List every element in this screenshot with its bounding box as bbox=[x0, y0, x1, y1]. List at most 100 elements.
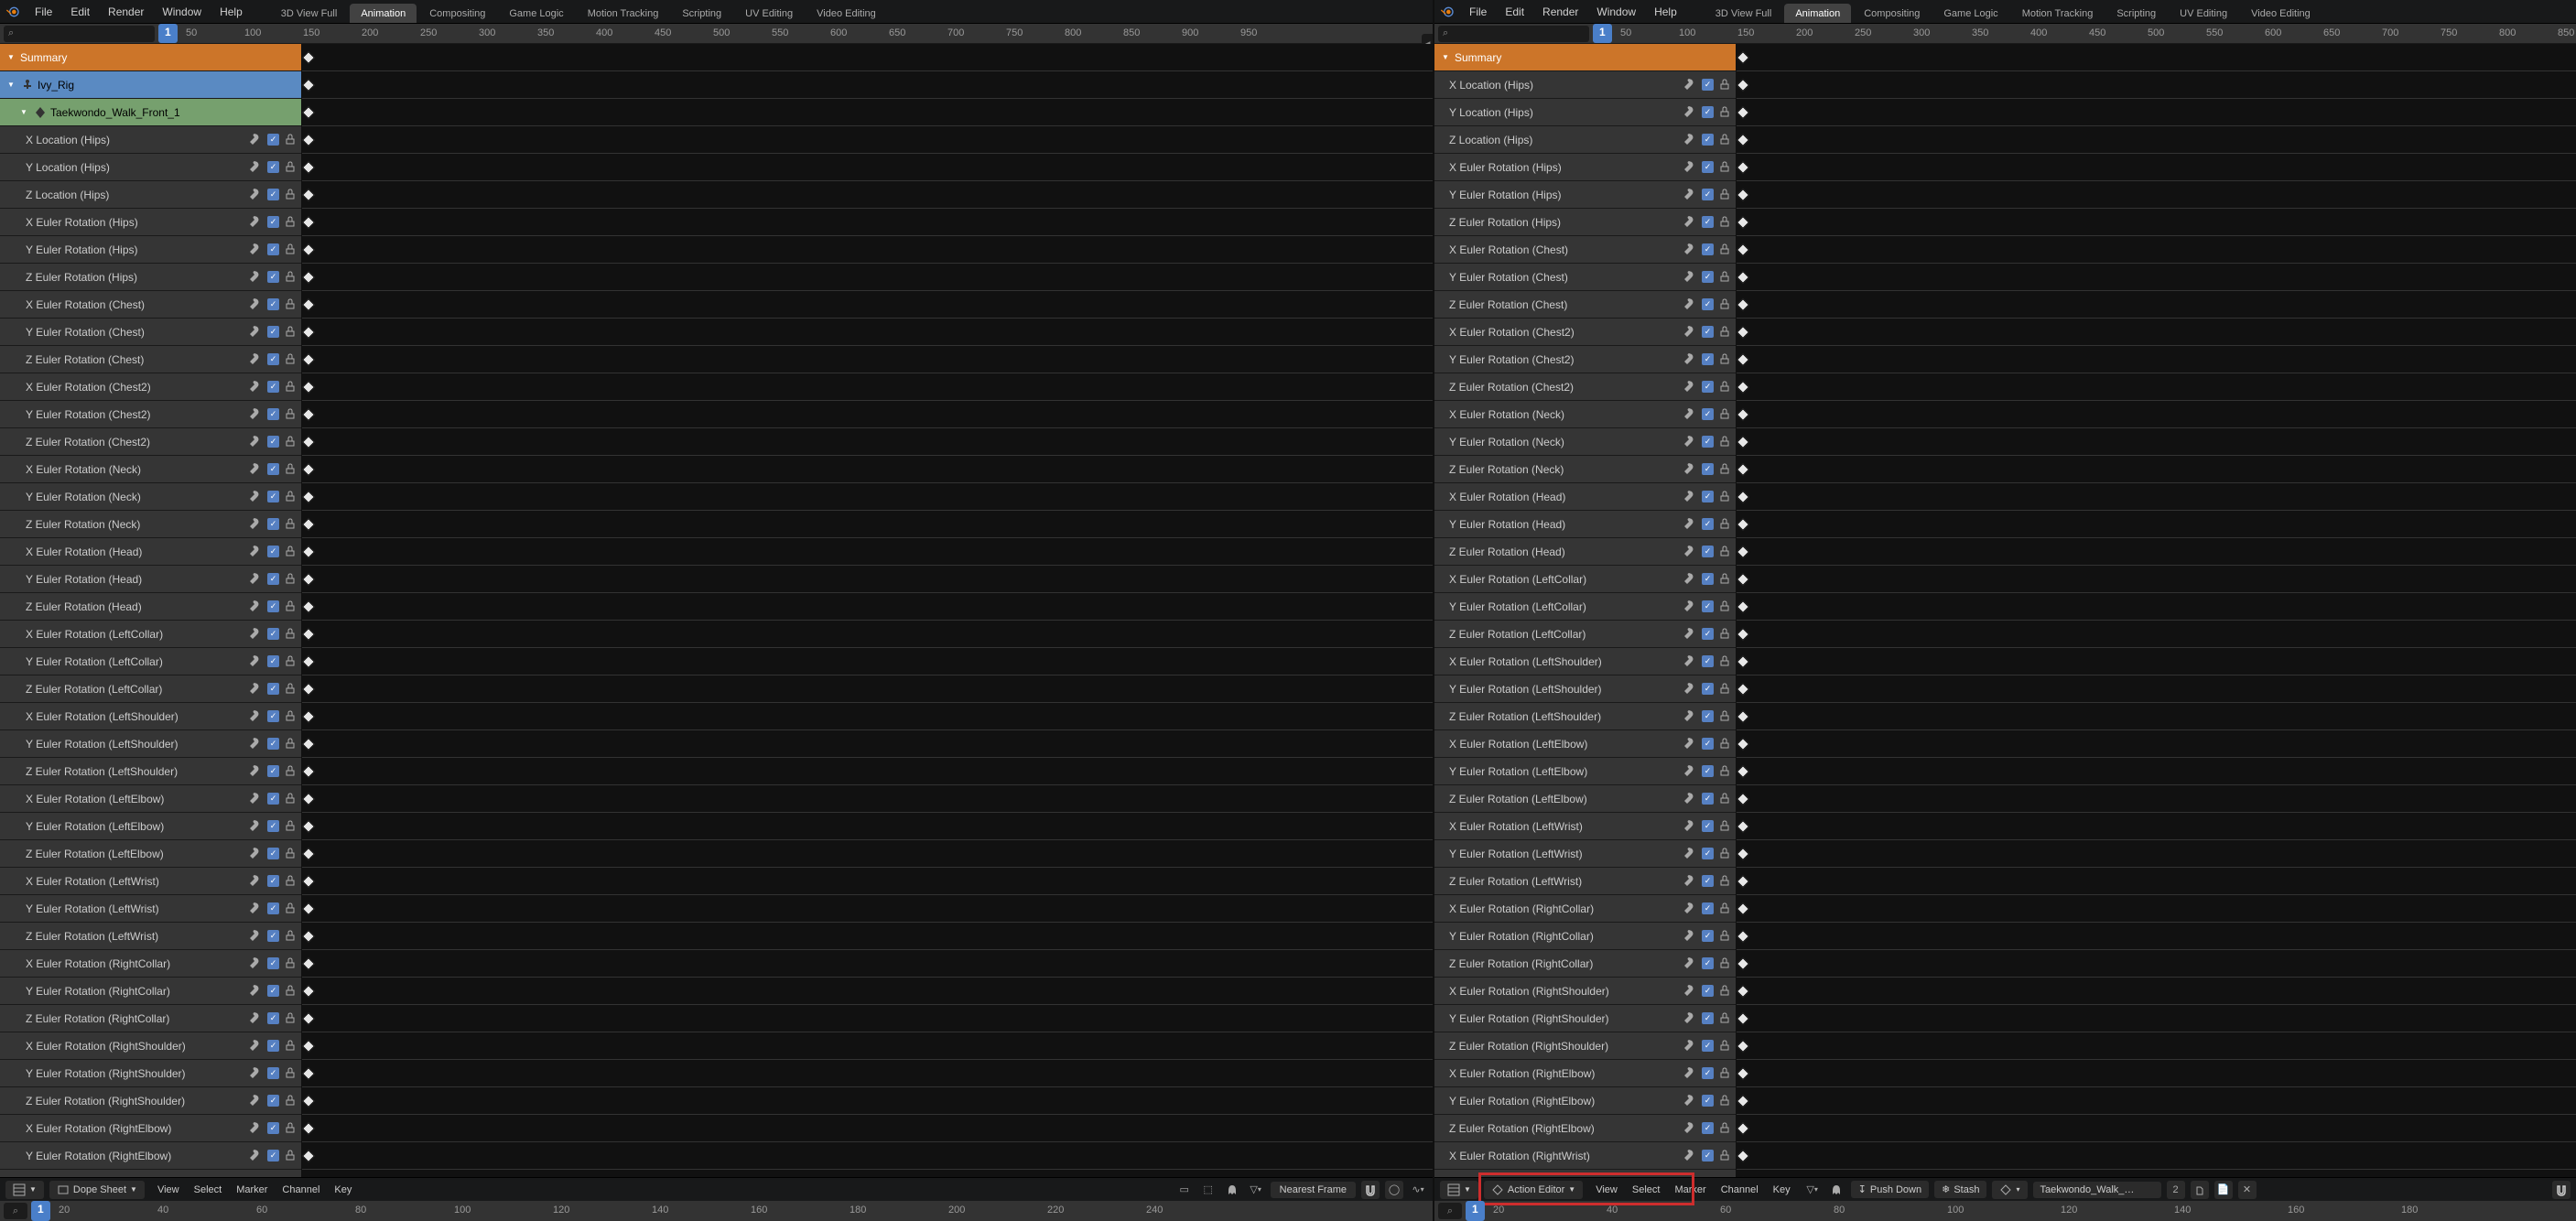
lock-icon[interactable] bbox=[1719, 957, 1732, 970]
mute-checkbox[interactable]: ✓ bbox=[267, 1040, 279, 1052]
lock-icon[interactable] bbox=[285, 957, 298, 970]
track-row[interactable] bbox=[302, 373, 1433, 401]
fcurve-channel[interactable]: X Euler Rotation (Neck) ✓ bbox=[0, 456, 301, 483]
track-row[interactable] bbox=[302, 319, 1433, 346]
mute-checkbox[interactable]: ✓ bbox=[267, 985, 279, 997]
mute-checkbox[interactable]: ✓ bbox=[1702, 134, 1714, 146]
playhead-frame[interactable]: 1 bbox=[1593, 24, 1612, 43]
mute-checkbox[interactable]: ✓ bbox=[1702, 655, 1714, 667]
fcurve-channel[interactable]: X Euler Rotation (Chest) ✓ bbox=[1434, 236, 1736, 264]
keyframe[interactable] bbox=[302, 189, 315, 201]
fcurve-channel[interactable]: Y Location (Hips) ✓ bbox=[0, 154, 301, 181]
users-count[interactable]: 2 bbox=[2167, 1181, 2185, 1199]
keyframe[interactable] bbox=[302, 1012, 315, 1025]
track-row[interactable] bbox=[302, 675, 1433, 703]
fcurve-channel[interactable]: Z Euler Rotation (RightCollar) ✓ bbox=[0, 1005, 301, 1032]
track-row[interactable] bbox=[302, 209, 1433, 236]
lock-icon[interactable] bbox=[1719, 573, 1732, 586]
mute-checkbox[interactable]: ✓ bbox=[267, 820, 279, 832]
wrench-icon[interactable] bbox=[249, 1067, 262, 1080]
keyframe[interactable] bbox=[1737, 820, 1749, 833]
keyframe[interactable] bbox=[302, 573, 315, 586]
lock-icon[interactable] bbox=[1719, 738, 1732, 751]
lock-icon[interactable] bbox=[1719, 79, 1732, 92]
lock-icon[interactable] bbox=[285, 985, 298, 998]
filter-icon[interactable]: ▽▾ bbox=[1247, 1181, 1265, 1199]
mute-checkbox[interactable]: ✓ bbox=[267, 298, 279, 310]
keyframe[interactable] bbox=[1737, 518, 1749, 531]
lock-icon[interactable] bbox=[285, 353, 298, 366]
wrench-icon[interactable] bbox=[1683, 353, 1696, 366]
mute-checkbox[interactable]: ✓ bbox=[267, 381, 279, 393]
track-row[interactable] bbox=[302, 813, 1433, 840]
mute-checkbox[interactable]: ✓ bbox=[1702, 189, 1714, 200]
lock-icon[interactable] bbox=[285, 189, 298, 201]
wrench-icon[interactable] bbox=[249, 271, 262, 284]
wrench-icon[interactable] bbox=[249, 1012, 262, 1025]
fcurve-channel[interactable]: X Location (Hips) ✓ bbox=[1434, 71, 1736, 99]
mute-checkbox[interactable]: ✓ bbox=[267, 1122, 279, 1134]
mute-checkbox[interactable]: ✓ bbox=[267, 793, 279, 805]
track-row[interactable] bbox=[1737, 126, 2576, 154]
fcurve-channel[interactable]: X Euler Rotation (Neck) ✓ bbox=[1434, 401, 1736, 428]
wrench-icon[interactable] bbox=[249, 381, 262, 394]
fcurve-channel[interactable]: Z Euler Rotation (Hips) ✓ bbox=[1434, 209, 1736, 236]
falloff-icon[interactable]: ∿▾ bbox=[1409, 1181, 1427, 1199]
action-name-field[interactable]: Taekwondo_Walk_… bbox=[2033, 1182, 2161, 1198]
wrench-icon[interactable] bbox=[249, 738, 262, 751]
track-area[interactable] bbox=[1737, 44, 2576, 1177]
mute-checkbox[interactable]: ✓ bbox=[267, 408, 279, 420]
keyframe[interactable] bbox=[302, 848, 315, 860]
track-row[interactable] bbox=[1737, 730, 2576, 758]
menu-file[interactable]: File bbox=[1460, 2, 1496, 22]
mute-checkbox[interactable]: ✓ bbox=[267, 134, 279, 146]
keyframe[interactable] bbox=[1737, 710, 1749, 723]
wrench-icon[interactable] bbox=[249, 793, 262, 805]
keyframe[interactable] bbox=[1737, 491, 1749, 503]
unlink-action-icon[interactable]: ✕ bbox=[2238, 1181, 2257, 1199]
track-row[interactable] bbox=[1737, 923, 2576, 950]
wrench-icon[interactable] bbox=[249, 436, 262, 448]
track-row[interactable] bbox=[302, 621, 1433, 648]
mute-checkbox[interactable]: ✓ bbox=[267, 326, 279, 338]
stash-button[interactable]: ❄ Stash bbox=[1934, 1181, 1986, 1198]
wrench-icon[interactable] bbox=[1683, 189, 1696, 201]
menu-view[interactable]: View bbox=[1588, 1182, 1625, 1198]
track-row[interactable] bbox=[302, 840, 1433, 868]
fcurve-channel[interactable]: Z Euler Rotation (RightElbow) ✓ bbox=[1434, 1115, 1736, 1142]
keyframe[interactable] bbox=[1737, 738, 1749, 751]
workspace-tab-video-editing[interactable]: Video Editing bbox=[2240, 4, 2322, 23]
keyframe[interactable] bbox=[1737, 655, 1749, 668]
mute-checkbox[interactable]: ✓ bbox=[1702, 161, 1714, 173]
wrench-icon[interactable] bbox=[1683, 710, 1696, 723]
lock-icon[interactable] bbox=[285, 1067, 298, 1080]
wrench-icon[interactable] bbox=[1683, 1095, 1696, 1108]
mute-checkbox[interactable]: ✓ bbox=[1702, 1095, 1714, 1107]
fcurve-channel[interactable]: Y Euler Rotation (LeftCollar) ✓ bbox=[0, 648, 301, 675]
lock-icon[interactable] bbox=[285, 655, 298, 668]
fcurve-channel[interactable]: X Euler Rotation (RightElbow) ✓ bbox=[1434, 1060, 1736, 1087]
track-row[interactable] bbox=[302, 346, 1433, 373]
keyframe[interactable] bbox=[1737, 848, 1749, 860]
lock-icon[interactable] bbox=[1719, 710, 1732, 723]
track-row[interactable] bbox=[1737, 44, 2576, 71]
fcurve-channel[interactable]: Z Location (Hips) ✓ bbox=[1434, 126, 1736, 154]
mute-checkbox[interactable]: ✓ bbox=[1702, 298, 1714, 310]
menu-select[interactable]: Select bbox=[187, 1182, 230, 1198]
mute-checkbox[interactable]: ✓ bbox=[1702, 79, 1714, 91]
wrench-icon[interactable] bbox=[249, 600, 262, 613]
wrench-icon[interactable] bbox=[1683, 271, 1696, 284]
keyframe[interactable] bbox=[1737, 216, 1749, 229]
wrench-icon[interactable] bbox=[1683, 930, 1696, 943]
track-area[interactable] bbox=[302, 44, 1433, 1177]
keyframe[interactable] bbox=[302, 436, 315, 448]
summary-row[interactable]: ▼Summary bbox=[0, 44, 301, 71]
lock-icon[interactable] bbox=[285, 683, 298, 696]
lock-icon[interactable] bbox=[285, 436, 298, 448]
keyframe[interactable] bbox=[302, 710, 315, 723]
track-row[interactable] bbox=[302, 785, 1433, 813]
lock-icon[interactable] bbox=[285, 793, 298, 805]
workspace-tab-animation[interactable]: Animation bbox=[350, 4, 417, 23]
keyframe[interactable] bbox=[1737, 381, 1749, 394]
lock-icon[interactable] bbox=[285, 1122, 298, 1135]
